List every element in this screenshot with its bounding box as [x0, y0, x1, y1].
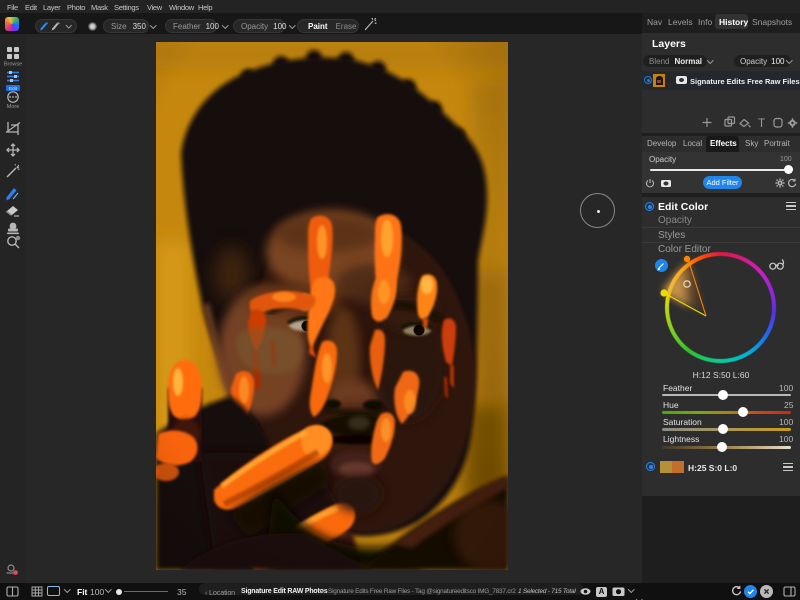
svg-text:More: More — [7, 104, 20, 110]
svg-text:T: T — [758, 118, 765, 130]
svg-text:Browse: Browse — [4, 62, 22, 68]
svg-text:Edit: Edit — [9, 86, 18, 92]
